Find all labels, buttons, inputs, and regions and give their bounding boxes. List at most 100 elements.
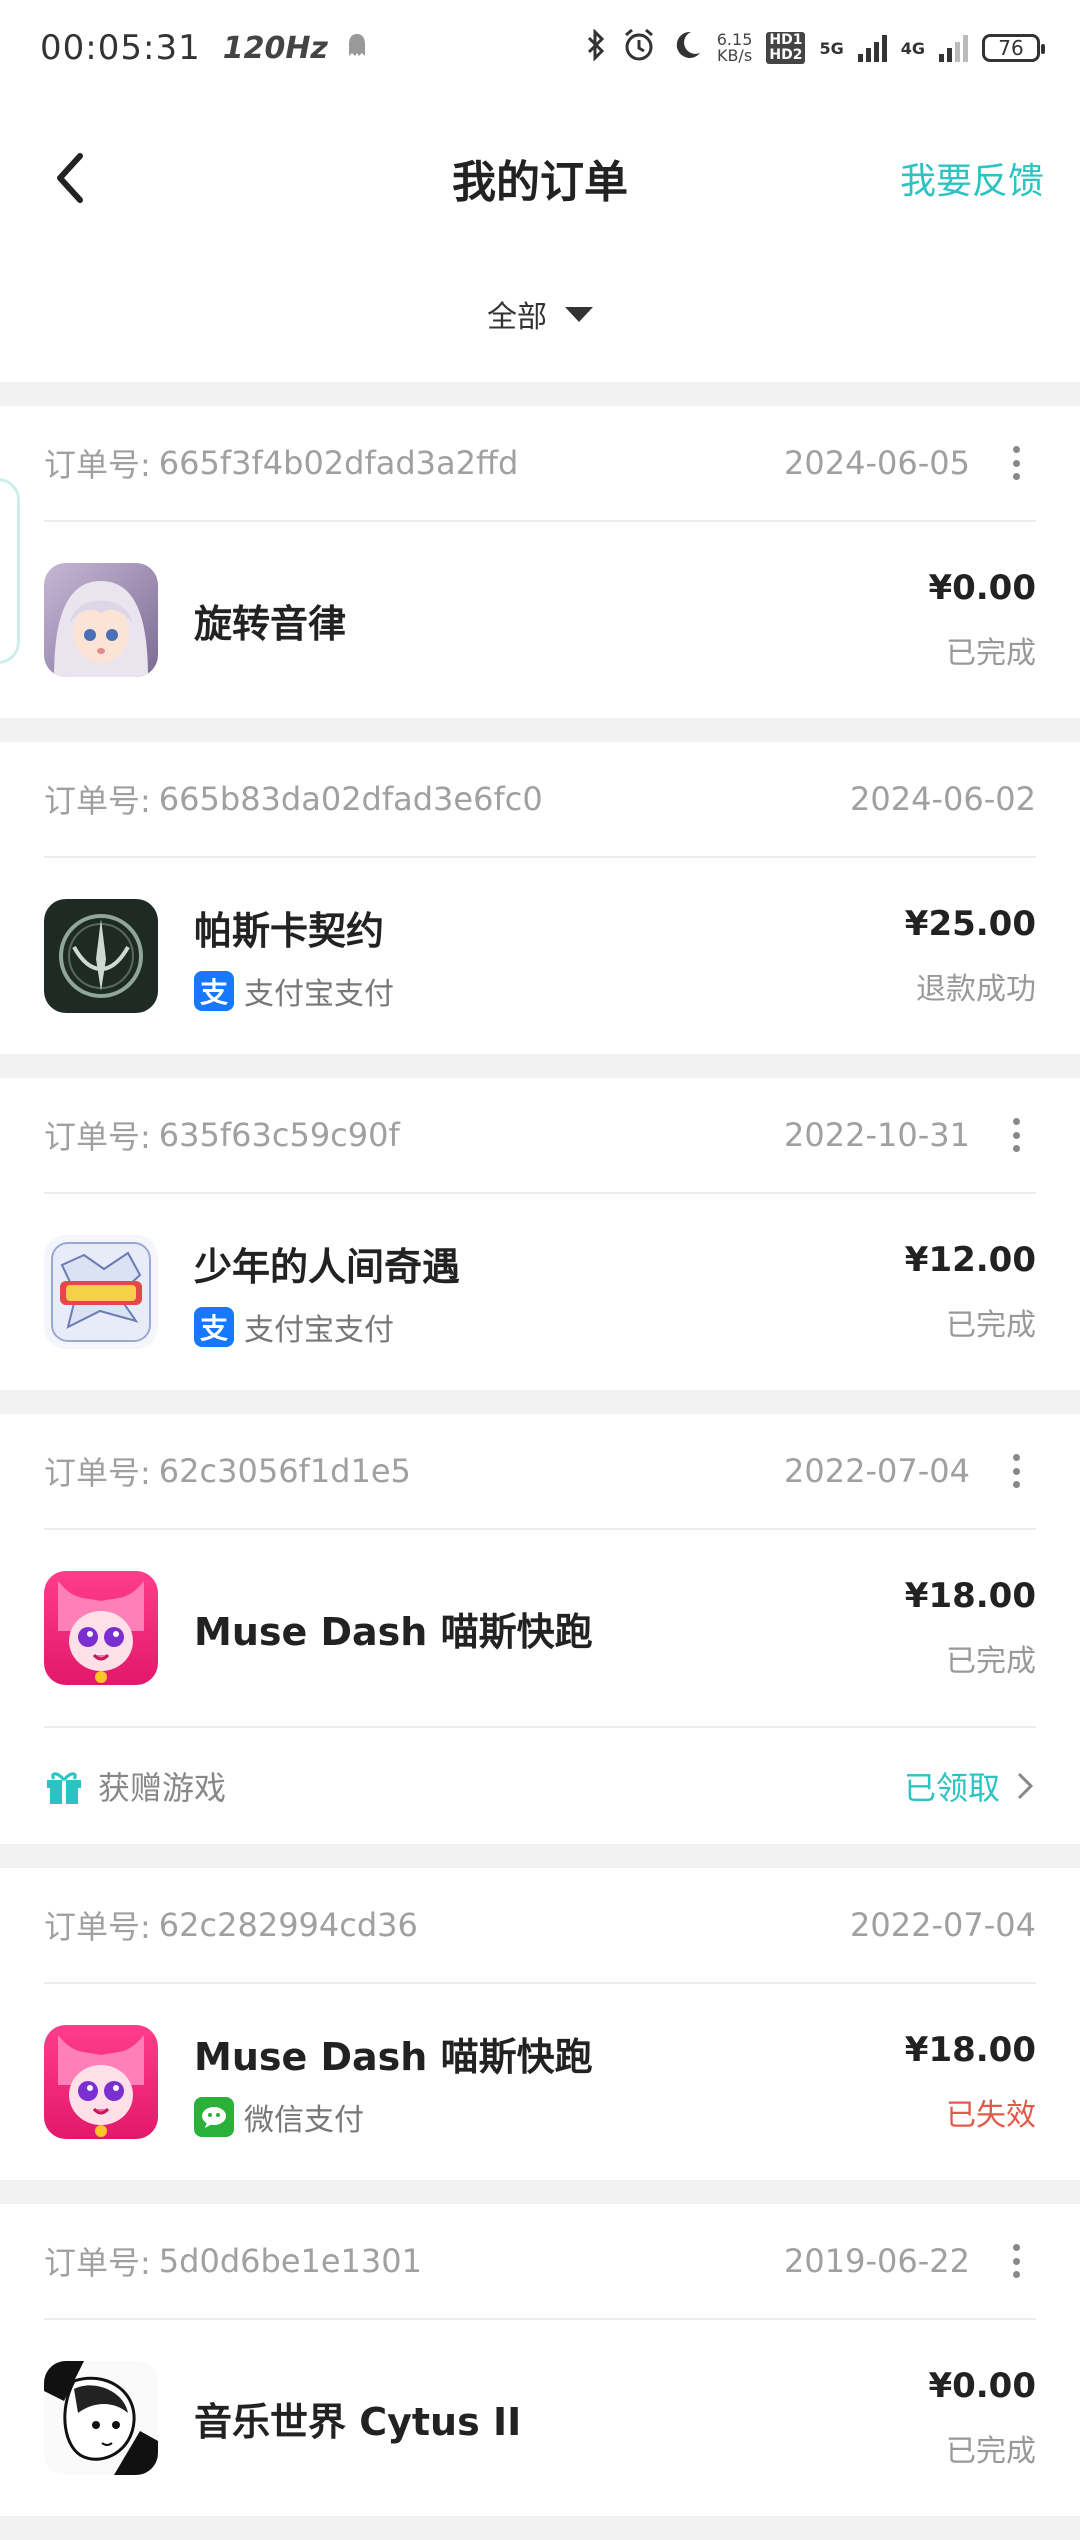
order-item[interactable]: 少年的人间奇遇 支 支付宝支付 ¥12.00 已完成	[44, 1194, 1036, 1390]
order-info: Muse Dash 喵斯快跑	[194, 1601, 593, 1656]
order-price: ¥0.00	[928, 2366, 1036, 2406]
order-number-label: 订单号:	[44, 1908, 151, 1946]
order-summary: ¥0.00 已完成	[928, 2366, 1036, 2470]
order-number-label: 订单号:	[44, 2244, 151, 2282]
order-price: ¥18.00	[904, 2030, 1036, 2070]
network-speed: 6.15 KB/s	[717, 32, 753, 64]
app-name: Muse Dash 喵斯快跑	[194, 1609, 593, 1654]
order-number: 665b83da02dfad3e6fc0	[158, 780, 543, 818]
pascal-contract-icon	[44, 899, 158, 1013]
more-options-icon[interactable]	[996, 1451, 1036, 1491]
order-price: ¥0.00	[928, 568, 1036, 608]
alipay-icon: 支	[194, 970, 234, 1011]
order-date: 2022-10-31	[784, 1116, 970, 1154]
order-number-label: 订单号:	[44, 1454, 151, 1492]
do-not-disturb-icon	[671, 29, 703, 68]
status-time: 00:05:31	[40, 28, 201, 68]
divider	[0, 1390, 1080, 1414]
signal-icon-2	[939, 34, 968, 62]
order-date: 2019-06-22	[784, 2242, 970, 2280]
payment-method: 支 支付宝支付	[194, 1305, 460, 1349]
order-card[interactable]: 订单号: 665f3f4b02dfad3a2ffd 2024-06-05 旋转音…	[0, 406, 1080, 718]
gift-game-row[interactable]: 获赠游戏 已领取	[44, 1726, 1036, 1844]
order-price: ¥12.00	[904, 1240, 1036, 1280]
divider	[0, 2180, 1080, 2204]
order-card[interactable]: 订单号: 62c3056f1d1e5 2022-07-04 Muse Dash …	[0, 1414, 1080, 1844]
divider	[0, 1844, 1080, 1868]
alipay-icon: 支	[194, 1306, 234, 1347]
order-number-label: 订单号:	[44, 782, 151, 820]
signal-icon-1	[857, 34, 887, 62]
net-speed-unit: KB/s	[716, 46, 753, 65]
order-date: 2024-06-05	[784, 444, 970, 482]
floating-edge-handle[interactable]	[0, 478, 20, 664]
chevron-right-icon	[1017, 1772, 1034, 1800]
back-button[interactable]	[50, 138, 110, 218]
app-name: 旋转音律	[194, 601, 347, 646]
order-item[interactable]: 帕斯卡契约 支 支付宝支付 ¥25.00 退款成功	[44, 858, 1036, 1054]
order-status: 已失效	[946, 2098, 1036, 2133]
order-item[interactable]: 旋转音律 ¥0.00 已完成	[44, 522, 1036, 718]
nav-bar: 我的订单 我要反馈	[0, 96, 1080, 260]
order-card[interactable]: 订单号: 62c282994cd36 2022-07-04 Muse Dash …	[0, 1868, 1080, 2180]
app-name: 帕斯卡契约	[194, 908, 385, 953]
order-number: 665f3f4b02dfad3a2ffd	[158, 444, 519, 482]
divider	[0, 1054, 1080, 1078]
order-summary: ¥18.00 已完成	[905, 1576, 1036, 1680]
order-number: 635f63c59c90f	[158, 1116, 400, 1154]
order-card[interactable]: 订单号: 635f63c59c90f 2022-10-31 少年的人间奇遇 支 …	[0, 1078, 1080, 1390]
order-status: 已完成	[946, 1308, 1036, 1343]
cytus-ii-icon	[44, 2361, 158, 2475]
more-options-icon[interactable]	[996, 2241, 1036, 2281]
order-info: 帕斯卡契约 支 支付宝支付	[194, 900, 394, 1013]
gift-label: 获赠游戏	[98, 1769, 227, 1807]
order-date: 2022-07-04	[850, 1906, 1036, 1944]
filter-dropdown[interactable]: 全部	[0, 260, 1080, 382]
alarm-icon	[621, 27, 657, 70]
payment-method: 支 支付宝支付	[194, 969, 394, 1013]
youth-adventure-icon	[44, 1235, 158, 1349]
status-bar: 00:05:31 120Hz 6.15 KB/s HD1 HD2 5G 4G 76	[0, 0, 1080, 96]
refresh-rate-indicator: 120Hz	[222, 30, 328, 66]
filter-label: 全部	[487, 300, 547, 335]
muse-dash-icon	[44, 1571, 158, 1685]
order-status: 退款成功	[916, 972, 1036, 1007]
more-options-icon[interactable]	[996, 1115, 1036, 1155]
app-name: 音乐世界 Cytus II	[194, 2399, 522, 2444]
order-price: ¥25.00	[904, 904, 1036, 944]
payment-label: 支付宝支付	[244, 976, 394, 1012]
order-card[interactable]: 订单号: 665b83da02dfad3e6fc0 2024-06-02 帕斯卡…	[0, 742, 1080, 1054]
order-status: 已完成	[946, 2434, 1036, 2469]
more-options-icon[interactable]	[996, 443, 1036, 483]
battery-icon: 76	[982, 34, 1045, 62]
payment-method: 微信支付	[194, 2095, 593, 2139]
order-header: 订单号: 665b83da02dfad3e6fc0 2024-06-02	[44, 742, 1036, 858]
order-number-label: 订单号:	[44, 446, 151, 484]
status-icons: 6.15 KB/s HD1 HD2 5G 4G 76	[585, 27, 1045, 70]
battery-level: 76	[998, 36, 1024, 60]
order-header: 订单号: 665f3f4b02dfad3a2ffd 2024-06-05	[44, 406, 1036, 522]
feedback-button[interactable]: 我要反馈	[900, 152, 1044, 204]
order-item[interactable]: Muse Dash 喵斯快跑 微信支付 ¥18.00 已失效	[44, 1984, 1036, 2180]
4g-label: 4G	[900, 38, 925, 58]
order-item[interactable]: 音乐世界 Cytus II ¥0.00 已完成	[44, 2320, 1036, 2516]
muse-dash-icon	[44, 2025, 158, 2139]
order-info: 音乐世界 Cytus II	[194, 2391, 521, 2446]
order-item[interactable]: Muse Dash 喵斯快跑 ¥18.00 已完成	[44, 1530, 1036, 1726]
wechat-pay-icon	[194, 2096, 234, 2137]
order-info: Muse Dash 喵斯快跑 微信支付	[194, 2026, 593, 2139]
order-card[interactable]: 订单号: 5d0d6be1e1301 2019-06-22 音乐世界 Cytus…	[0, 2204, 1080, 2516]
ghost-notification-icon	[346, 32, 368, 65]
order-status: 已完成	[946, 636, 1036, 671]
order-number: 62c3056f1d1e5	[158, 1452, 411, 1490]
order-summary: ¥18.00 已失效	[905, 2030, 1036, 2134]
order-number-label: 订单号:	[44, 1118, 151, 1156]
order-header: 订单号: 62c3056f1d1e5 2022-07-04	[44, 1414, 1036, 1530]
order-date: 2022-07-04	[784, 1452, 970, 1490]
divider	[0, 2516, 1080, 2540]
rotaeno-icon	[44, 563, 158, 677]
5g-label: 5G	[819, 38, 844, 58]
divider	[0, 382, 1080, 406]
order-price: ¥18.00	[904, 1576, 1036, 1616]
back-arrow-icon	[57, 153, 83, 203]
